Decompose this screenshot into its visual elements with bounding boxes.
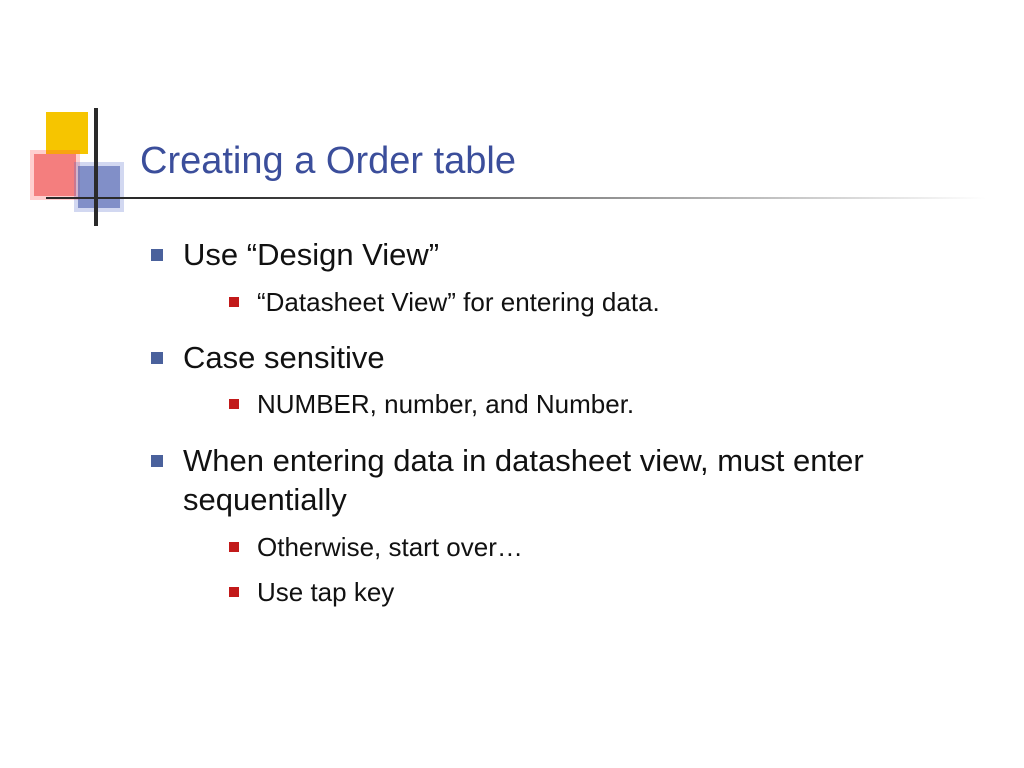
bullet-text: Otherwise, start over…: [257, 532, 523, 562]
bullet-level1: When entering data in datasheet view, mu…: [145, 441, 965, 611]
bullet-text: Case sensitive: [183, 340, 385, 375]
corner-decoration: [0, 0, 200, 260]
bullet-text: When entering data in datasheet view, mu…: [183, 443, 864, 518]
title-underline: [46, 197, 986, 199]
bullet-level2: Use tap key: [223, 575, 965, 610]
slide: Creating a Order table Use “Design View”…: [0, 0, 1024, 768]
bullet-text: “Datasheet View” for entering data.: [257, 287, 660, 317]
bullet-level2: NUMBER, number, and Number.: [223, 387, 965, 422]
bullet-level1: Case sensitive NUMBER, number, and Numbe…: [145, 338, 965, 423]
slide-title: Creating a Order table: [140, 140, 1000, 183]
bullet-level2: Otherwise, start over…: [223, 530, 965, 565]
bullet-text: Use “Design View”: [183, 237, 439, 272]
bullet-level2: “Datasheet View” for entering data.: [223, 285, 965, 320]
bullet-text: Use tap key: [257, 577, 394, 607]
slide-body: Use “Design View” “Datasheet View” for e…: [145, 235, 965, 628]
bullet-level1: Use “Design View” “Datasheet View” for e…: [145, 235, 965, 320]
bullet-text: NUMBER, number, and Number.: [257, 389, 634, 419]
title-area: Creating a Order table: [140, 140, 1000, 191]
